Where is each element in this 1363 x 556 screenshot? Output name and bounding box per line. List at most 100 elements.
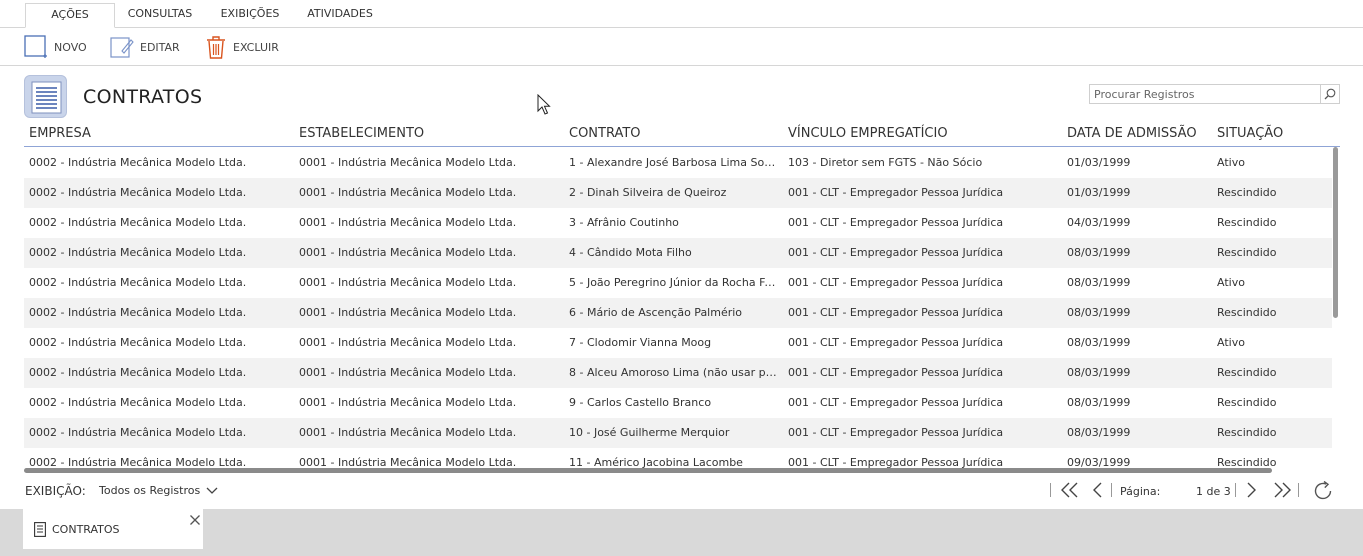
column-header-contrato[interactable]: CONTRATO: [569, 126, 641, 141]
actions-toolbar: NOVO EDITAR EXCLUIR: [0, 28, 1363, 66]
cell-contrato: 2 - Dinah Silveira de Queiroz: [569, 186, 727, 199]
cell-estabelecimento: 0001 - Indústria Mecânica Modelo Ltda.: [299, 156, 517, 169]
delete-button[interactable]: EXCLUIR: [205, 34, 279, 60]
search-icon: [1324, 88, 1336, 100]
cell-vinculo: 001 - CLT - Empregador Pessoa Jurídica: [788, 246, 1004, 259]
cell-situacao: Rescindido: [1217, 186, 1277, 199]
cell-data-admissao: 09/03/1999: [1067, 456, 1131, 468]
column-header-vinculo[interactable]: VÍNCULO EMPREGATÍCIO: [788, 126, 948, 141]
table-row[interactable]: 0002 - Indústria Mecânica Modelo Ltda. 00…: [24, 418, 1332, 448]
cell-estabelecimento: 0001 - Indústria Mecânica Modelo Ltda.: [299, 216, 517, 229]
records-grid: EMPRESA ESTABELECIMENTO CONTRATO VÍNCULO…: [24, 121, 1340, 473]
table-row[interactable]: 0002 - Indústria Mecânica Modelo Ltda. 00…: [24, 148, 1332, 178]
cell-situacao: Rescindido: [1217, 306, 1277, 319]
doc-tab-contratos[interactable]: CONTRATOS: [23, 509, 203, 549]
cell-vinculo: 001 - CLT - Empregador Pessoa Jurídica: [788, 456, 1004, 468]
chevron-down-icon: [206, 487, 218, 494]
view-label: EXIBIÇÃO:: [25, 484, 86, 498]
cell-empresa: 0002 - Indústria Mecânica Modelo Ltda.: [29, 156, 247, 169]
cell-data-admissao: 08/03/1999: [1067, 276, 1131, 289]
cell-contrato: 11 - Américo Jacobina Lacombe: [569, 456, 743, 468]
cell-situacao: Ativo: [1217, 156, 1245, 169]
cell-vinculo: 103 - Diretor sem FGTS - Não Sócio: [788, 156, 983, 169]
last-page-icon[interactable]: [1272, 482, 1292, 498]
tab-consultas[interactable]: CONSULTAS: [122, 3, 198, 28]
cell-estabelecimento: 0001 - Indústria Mecânica Modelo Ltda.: [299, 426, 517, 439]
column-header-situacao[interactable]: SITUAÇÃO: [1217, 126, 1283, 141]
cell-estabelecimento: 0001 - Indústria Mecânica Modelo Ltda.: [299, 396, 517, 409]
next-page-icon[interactable]: [1246, 482, 1258, 498]
column-header-data-admissao[interactable]: DATA DE ADMISSÃO: [1067, 126, 1197, 141]
table-row[interactable]: 0002 - Indústria Mecânica Modelo Ltda. 00…: [24, 268, 1332, 298]
cell-data-admissao: 08/03/1999: [1067, 306, 1131, 319]
cell-empresa: 0002 - Indústria Mecânica Modelo Ltda.: [29, 456, 247, 468]
cell-contrato: 7 - Clodomir Vianna Moog: [569, 336, 712, 349]
cell-vinculo: 001 - CLT - Empregador Pessoa Jurídica: [788, 426, 1004, 439]
cell-vinculo: 001 - CLT - Empregador Pessoa Jurídica: [788, 366, 1004, 379]
tab-exibicoes[interactable]: EXIBIÇÕES: [213, 3, 287, 28]
cell-empresa: 0002 - Indústria Mecânica Modelo Ltda.: [29, 396, 247, 409]
cell-vinculo: 001 - CLT - Empregador Pessoa Jurídica: [788, 186, 1004, 199]
edit-button[interactable]: EDITAR: [110, 34, 180, 60]
table-row[interactable]: 0002 - Indústria Mecânica Modelo Ltda. 00…: [24, 208, 1332, 238]
prev-page-icon[interactable]: [1091, 482, 1103, 498]
cell-data-admissao: 08/03/1999: [1067, 426, 1131, 439]
cell-situacao: Rescindido: [1217, 216, 1277, 229]
first-page-icon[interactable]: [1060, 482, 1080, 498]
close-icon[interactable]: [189, 514, 201, 526]
cell-empresa: 0002 - Indústria Mecânica Modelo Ltda.: [29, 276, 247, 289]
grid-header: EMPRESA ESTABELECIMENTO CONTRATO VÍNCULO…: [24, 121, 1340, 147]
cell-estabelecimento: 0001 - Indústria Mecânica Modelo Ltda.: [299, 276, 517, 289]
delete-button-label: EXCLUIR: [233, 40, 279, 54]
cell-vinculo: 001 - CLT - Empregador Pessoa Jurídica: [788, 336, 1004, 349]
cell-estabelecimento: 0001 - Indústria Mecânica Modelo Ltda.: [299, 336, 517, 349]
document-icon: [34, 522, 46, 537]
cell-data-admissao: 08/03/1999: [1067, 336, 1131, 349]
table-row[interactable]: 0002 - Indústria Mecânica Modelo Ltda. 00…: [24, 238, 1332, 268]
grid-body: 0002 - Indústria Mecânica Modelo Ltda. 00…: [24, 148, 1332, 468]
search-button[interactable]: [1320, 85, 1339, 103]
cell-contrato: 5 - João Peregrino Júnior da Rocha Fagu…: [569, 276, 779, 289]
table-row[interactable]: 0002 - Indústria Mecânica Modelo Ltda. 00…: [24, 448, 1332, 468]
vertical-scrollbar[interactable]: [1333, 147, 1338, 318]
cell-situacao: Rescindido: [1217, 456, 1277, 468]
pager-separator: [1235, 483, 1236, 497]
cell-data-admissao: 08/03/1999: [1067, 366, 1131, 379]
cell-contrato: 9 - Carlos Castello Branco: [569, 396, 712, 409]
column-header-empresa[interactable]: EMPRESA: [29, 126, 91, 141]
cell-vinculo: 001 - CLT - Empregador Pessoa Jurídica: [788, 276, 1004, 289]
cell-contrato: 4 - Cândido Mota Filho: [569, 246, 692, 259]
cell-estabelecimento: 0001 - Indústria Mecânica Modelo Ltda.: [299, 366, 517, 379]
cell-empresa: 0002 - Indústria Mecânica Modelo Ltda.: [29, 366, 247, 379]
refresh-icon[interactable]: [1312, 480, 1334, 502]
cell-situacao: Ativo: [1217, 336, 1245, 349]
cell-data-admissao: 01/03/1999: [1067, 186, 1131, 199]
tab-atividades[interactable]: ATIVIDADES: [301, 3, 379, 28]
new-button[interactable]: NOVO: [24, 34, 87, 60]
table-row[interactable]: 0002 - Indústria Mecânica Modelo Ltda. 00…: [24, 328, 1332, 358]
cell-empresa: 0002 - Indústria Mecânica Modelo Ltda.: [29, 246, 247, 259]
document-tabs-bar: CONTRATOS: [0, 509, 1363, 556]
table-row[interactable]: 0002 - Indústria Mecânica Modelo Ltda. 00…: [24, 388, 1332, 418]
view-select[interactable]: Todos os Registros: [99, 484, 218, 497]
grid-footer: EXIBIÇÃO: Todos os Registros Página: 1 d…: [0, 478, 1363, 508]
cell-estabelecimento: 0001 - Indústria Mecânica Modelo Ltda.: [299, 186, 517, 199]
tab-acoes[interactable]: AÇÕES: [25, 3, 115, 28]
cell-contrato: 3 - Afrânio Coutinho: [569, 216, 679, 229]
page-info: 1 de 3: [1196, 485, 1231, 498]
search-input[interactable]: [1090, 85, 1320, 103]
table-row[interactable]: 0002 - Indústria Mecânica Modelo Ltda. 00…: [24, 358, 1332, 388]
cell-situacao: Rescindido: [1217, 246, 1277, 259]
table-row[interactable]: 0002 - Indústria Mecânica Modelo Ltda. 00…: [24, 178, 1332, 208]
mouse-cursor-icon: [537, 94, 551, 115]
horizontal-scrollbar[interactable]: [24, 468, 1272, 473]
cell-empresa: 0002 - Indústria Mecânica Modelo Ltda.: [29, 186, 247, 199]
cell-situacao: Rescindido: [1217, 426, 1277, 439]
table-row[interactable]: 0002 - Indústria Mecânica Modelo Ltda. 00…: [24, 298, 1332, 328]
column-header-estabelecimento[interactable]: ESTABELECIMENTO: [299, 126, 424, 141]
pager-separator: [1050, 483, 1051, 497]
cell-situacao: Rescindido: [1217, 396, 1277, 409]
cell-estabelecimento: 0001 - Indústria Mecânica Modelo Ltda.: [299, 456, 517, 468]
cell-empresa: 0002 - Indústria Mecânica Modelo Ltda.: [29, 336, 247, 349]
view-select-value: Todos os Registros: [99, 484, 201, 497]
